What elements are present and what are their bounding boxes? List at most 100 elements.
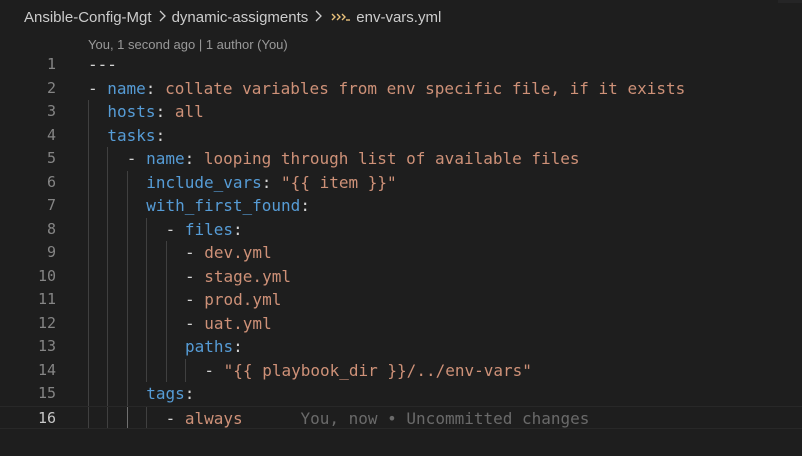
breadcrumb-file[interactable]: env-vars.yml — [356, 9, 441, 26]
code-line[interactable]: 5 - name: looping through list of availab… — [0, 147, 802, 171]
yaml-key: hosts — [107, 102, 156, 121]
chevron-right-icon — [152, 9, 172, 26]
line-number: 13 — [37, 337, 56, 355]
code-text: - name: looping through list of availabl… — [127, 147, 580, 171]
indent-guide — [126, 311, 128, 335]
code-line[interactable]: 12 - uat.yml — [0, 311, 802, 336]
yaml-punctuation: : — [184, 149, 204, 168]
yaml-value: uat.yml — [204, 313, 272, 333]
yaml-punctuation: - — [185, 266, 205, 286]
code-line[interactable]: 16 - always You, now • Uncommitted change… — [0, 405, 802, 429]
code-text: - dev.yml — [185, 241, 272, 265]
yaml-value: stage.yml — [204, 266, 291, 286]
code-editor[interactable]: 1 --- 2 - name: collate variables from env … — [0, 53, 802, 429]
indent-guide — [165, 264, 167, 288]
indent-guide — [88, 217, 89, 241]
indent-guide — [107, 170, 109, 194]
yaml-punctuation: - — [165, 408, 185, 428]
code-line[interactable]: 4 tasks: — [0, 123, 802, 148]
code-line[interactable]: 3 hosts: all — [0, 100, 802, 124]
yaml-punctuation: - — [88, 78, 108, 98]
indent-guide — [146, 406, 148, 428]
code-line[interactable]: 7 with_first_found: — [0, 194, 802, 218]
yaml-punctuation: : — [233, 337, 243, 356]
indent-guide — [88, 194, 89, 218]
indent-guide — [107, 358, 109, 382]
indent-guide — [107, 382, 109, 406]
line-number: 8 — [46, 219, 56, 238]
code-text: - name: collate variables from env speci… — [88, 77, 685, 101]
code-line[interactable]: 14 - "{{ playbook_dir }}/../env-vars" — [0, 358, 802, 382]
indent-guide — [88, 358, 89, 382]
yaml-value: "{{ item }}" — [281, 172, 397, 192]
line-number: 16 — [37, 408, 56, 427]
indent-guide — [165, 241, 167, 265]
code-text: with_first_found: — [146, 194, 310, 218]
code-line[interactable]: 8 - files: — [0, 217, 802, 242]
indent-guide — [107, 241, 109, 265]
line-number: 11 — [37, 290, 56, 308]
indent-guide — [88, 382, 89, 406]
indent-guide — [146, 241, 148, 265]
git-blame-codelens[interactable]: You, 1 second ago | 1 author (You) — [88, 35, 288, 55]
indent-guide — [126, 335, 128, 359]
indent-guide — [126, 170, 128, 194]
indent-guide — [88, 264, 89, 288]
yaml-punctuation: : — [300, 196, 310, 215]
indent-guide — [107, 335, 109, 359]
yaml-punctuation: : — [261, 172, 282, 192]
code-line[interactable]: 6 include_vars: "{{ item }}" — [0, 170, 802, 194]
indent-guide — [146, 264, 148, 288]
code-text: --- — [88, 53, 117, 77]
indent-guide — [107, 406, 109, 428]
indent-guide — [88, 147, 89, 171]
yaml-punctuation: - — [126, 149, 147, 168]
yaml-value: all — [174, 102, 204, 121]
code-line[interactable]: 10 - stage.yml — [0, 264, 802, 288]
code-text: tasks: — [107, 124, 165, 148]
yaml-punctuation: - — [185, 243, 205, 262]
indent-guide — [146, 358, 148, 382]
yaml-punctuation: - — [165, 219, 185, 239]
yaml-punctuation: --- — [88, 55, 117, 74]
line-number: 7 — [46, 196, 56, 214]
indent-guide — [107, 194, 109, 218]
code-text: - uat.yml — [185, 312, 272, 336]
code-text: paths: — [185, 335, 243, 359]
yml-file-icon — [328, 9, 354, 26]
code-line[interactable]: 9 - dev.yml — [0, 241, 802, 265]
indent-guide — [165, 335, 167, 359]
line-number: 2 — [46, 78, 56, 97]
indent-guide — [126, 241, 128, 265]
code-text: tags: — [146, 382, 194, 406]
indent-guide — [88, 123, 89, 147]
yaml-key: with_first_found — [146, 196, 301, 215]
indent-guide — [126, 358, 128, 382]
indent-guide — [126, 288, 128, 312]
yaml-key: include_vars — [146, 172, 262, 192]
yaml-key: tasks — [107, 125, 156, 145]
code-text: - files: — [166, 218, 243, 242]
code-line[interactable]: 11 - prod.yml — [0, 288, 802, 312]
indent-guide — [126, 406, 128, 428]
yaml-value: always — [184, 408, 243, 428]
line-number: 3 — [46, 102, 56, 120]
indent-guide — [165, 288, 167, 312]
code-line[interactable]: 2 - name: collate variables from env spec… — [0, 77, 802, 101]
yaml-punctuation: - — [185, 290, 205, 309]
indent-guide — [88, 335, 89, 359]
code-line[interactable]: 15 tags: — [0, 382, 802, 406]
indent-guide — [88, 406, 89, 428]
yaml-punctuation: : — [184, 384, 195, 403]
indent-guide — [88, 288, 89, 312]
code-line[interactable]: 13 paths: — [0, 335, 802, 359]
indent-guide — [165, 311, 167, 335]
breadcrumb-folder[interactable]: dynamic-assigments — [172, 9, 309, 26]
code-line[interactable]: 1 --- — [0, 53, 802, 77]
yaml-key: tags — [146, 384, 185, 403]
chevron-right-icon — [308, 9, 328, 26]
yaml-value: looping through list of available files — [203, 149, 580, 168]
breadcrumb-root[interactable]: Ansible-Config-Mgt — [24, 9, 152, 26]
line-number: 6 — [46, 172, 56, 191]
code-text: - prod.yml — [185, 288, 281, 312]
